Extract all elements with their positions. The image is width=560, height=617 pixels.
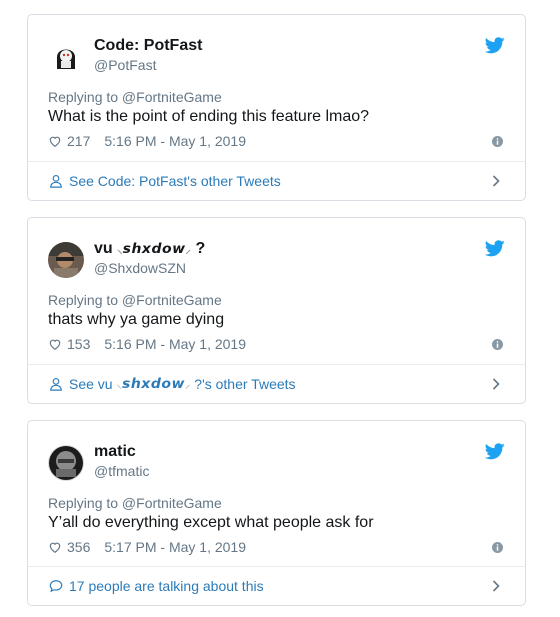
display-name[interactable]: matic <box>94 443 136 461</box>
twitter-bird-icon[interactable] <box>485 240 505 257</box>
twitter-bird-icon[interactable] <box>485 443 505 460</box>
info-icon[interactable] <box>492 542 503 553</box>
footer-label-suffix: ?'s other Tweets <box>194 376 296 392</box>
tweet-body: vu ⸜𝙨𝙝𝙭𝙙𝙤𝙬⸝ ? @ShxdowSZN Replying to @Fo… <box>28 218 525 366</box>
heart-icon[interactable] <box>48 337 62 351</box>
chevron-right-icon[interactable] <box>492 580 500 592</box>
name-prefix: vu <box>94 240 113 257</box>
footer-label: 17 people are talking about this <box>69 578 264 594</box>
replying-to[interactable]: Replying to @FortniteGame <box>48 89 222 105</box>
info-icon[interactable] <box>492 339 503 350</box>
sparkle-decoration-icon: ⸝ <box>184 378 191 391</box>
replying-to[interactable]: Replying to @FortniteGame <box>48 495 222 511</box>
user-handle[interactable]: @tfmatic <box>94 463 149 479</box>
chevron-right-icon[interactable] <box>492 175 500 187</box>
tweet-timestamp[interactable]: 5:16 PM - May 1, 2019 <box>104 336 246 352</box>
name-suffix: ? <box>195 240 206 257</box>
tweet-card: matic @tfmatic Replying to @FortniteGame… <box>27 420 526 606</box>
tweet-meta: 153 5:16 PM - May 1, 2019 <box>48 336 246 352</box>
user-handle[interactable]: @PotFast <box>94 57 156 73</box>
footer-label-styled: 𝙨𝙝𝙭𝙙𝙤𝙬 <box>121 376 185 392</box>
person-icon <box>50 175 62 188</box>
tweet-card: Code: PotFast @PotFast Replying to @Fort… <box>27 14 526 201</box>
name-styled: 𝙨𝙝𝙭𝙙𝙤𝙬 <box>122 241 186 257</box>
avatar[interactable] <box>48 39 84 75</box>
tweet-meta: 356 5:17 PM - May 1, 2019 <box>48 539 246 555</box>
tweet-meta: 217 5:16 PM - May 1, 2019 <box>48 133 246 149</box>
tweet-body: Code: PotFast @PotFast Replying to @Fort… <box>28 15 525 163</box>
speech-bubble-icon <box>49 580 63 593</box>
user-handle[interactable]: @ShxdowSZN <box>94 260 186 276</box>
like-count: 217 <box>67 133 91 149</box>
person-icon <box>50 378 62 391</box>
tweet-timestamp[interactable]: 5:17 PM - May 1, 2019 <box>104 539 246 555</box>
like-count: 356 <box>67 539 91 555</box>
sparkle-decoration-icon: ⸝ <box>185 244 192 256</box>
like-count: 153 <box>67 336 91 352</box>
conversation-link[interactable]: 17 people are talking about this <box>28 566 525 605</box>
avatar[interactable] <box>48 242 84 278</box>
tweet-body: matic @tfmatic Replying to @FortniteGame… <box>28 421 525 569</box>
display-name[interactable]: Code: PotFast <box>94 37 202 55</box>
replying-to[interactable]: Replying to @FortniteGame <box>48 292 222 308</box>
avatar[interactable] <box>48 445 84 481</box>
tweet-text: Y’all do everything except what people a… <box>48 514 374 531</box>
display-name[interactable]: vu ⸜𝙨𝙝𝙭𝙙𝙤𝙬⸝ ? <box>94 240 205 258</box>
tweet-text: What is the point of ending this feature… <box>48 108 370 125</box>
tweet-card: vu ⸜𝙨𝙝𝙭𝙙𝙤𝙬⸝ ? @ShxdowSZN Replying to @Fo… <box>27 217 526 404</box>
chevron-right-icon[interactable] <box>492 378 500 390</box>
footer-label-prefix: See vu <box>69 376 113 392</box>
twitter-bird-icon[interactable] <box>485 37 505 54</box>
footer-label: See Code: PotFast's other Tweets <box>69 173 281 189</box>
info-icon[interactable] <box>492 136 503 147</box>
heart-icon[interactable] <box>48 540 62 554</box>
tweet-timestamp[interactable]: 5:16 PM - May 1, 2019 <box>104 133 246 149</box>
see-other-tweets-link[interactable]: See Code: PotFast's other Tweets <box>28 161 525 200</box>
heart-icon[interactable] <box>48 134 62 148</box>
see-other-tweets-link[interactable]: See vu ⸜ 𝙨𝙝𝙭𝙙𝙤𝙬 ⸝ ?'s other Tweets <box>28 364 525 403</box>
tweet-text: thats why ya game dying <box>48 311 225 328</box>
